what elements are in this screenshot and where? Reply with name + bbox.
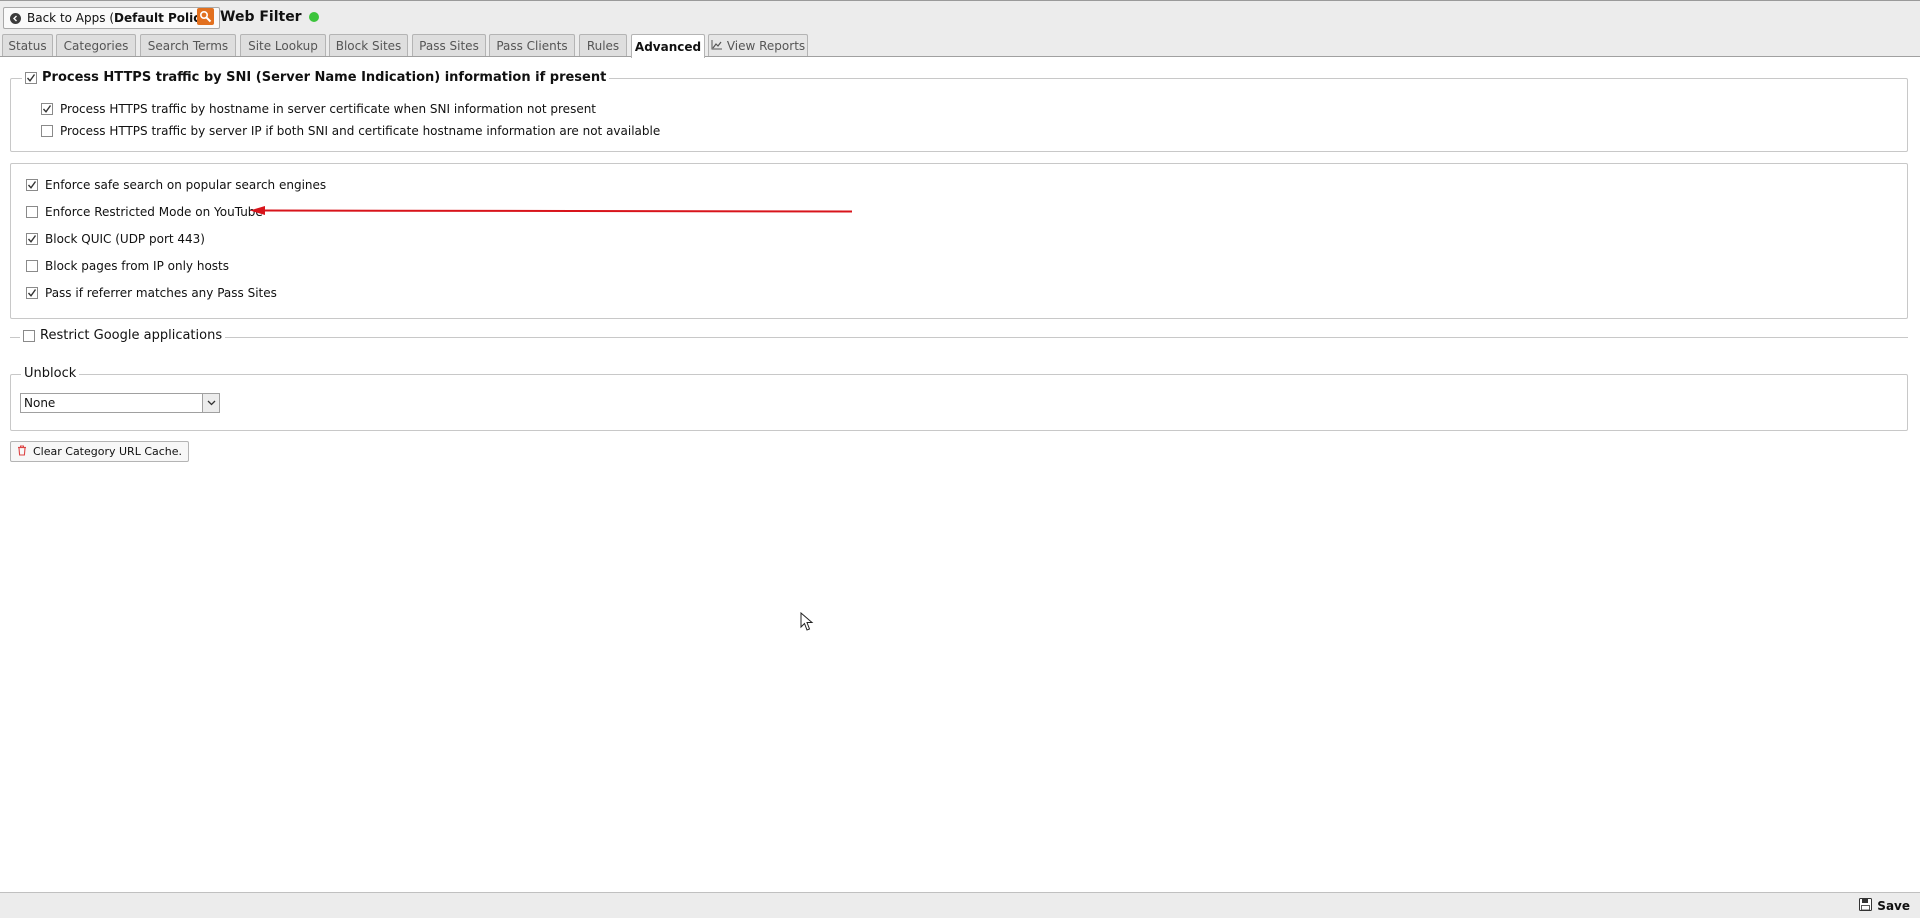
unblock-fieldset — [10, 374, 1908, 431]
tab-categories[interactable]: Categories — [56, 34, 136, 56]
option-pass-referrer-checkbox[interactable] — [26, 287, 38, 299]
save-button[interactable]: Save — [1859, 898, 1910, 914]
back-arrow-icon — [10, 12, 21, 24]
option-block-quic[interactable]: Block QUIC (UDP port 443) — [26, 232, 205, 246]
mouse-cursor-icon — [800, 612, 814, 631]
tab-status[interactable]: Status — [2, 34, 53, 56]
option-youtube-restricted[interactable]: Enforce Restricted Mode on YouTube — [26, 205, 263, 219]
chart-icon — [711, 39, 723, 53]
option-block-ip-hosts-label: Block pages from IP only hosts — [45, 259, 229, 273]
tab-pass-clients[interactable]: Pass Clients — [489, 34, 575, 56]
annotation-arrow — [250, 206, 853, 215]
tab-block-sites[interactable]: Block Sites — [329, 34, 408, 56]
tab-view-reports-label: View Reports — [726, 38, 806, 53]
sni-option-hostname-checkbox[interactable] — [41, 103, 53, 115]
google-fieldset-line — [10, 337, 1908, 338]
floppy-disk-icon — [1859, 898, 1873, 914]
option-youtube-restricted-checkbox[interactable] — [26, 206, 38, 218]
app-title: Web Filter — [197, 8, 319, 25]
status-indicator — [308, 11, 319, 22]
tab-rules[interactable]: Rules — [579, 34, 627, 56]
sni-legend-label: Process HTTPS traffic by SNI (Server Nam… — [42, 70, 607, 85]
option-block-quic-label: Block QUIC (UDP port 443) — [45, 232, 205, 246]
unblock-select[interactable]: None — [20, 393, 220, 413]
option-safe-search-label: Enforce safe search on popular search en… — [45, 178, 327, 192]
google-legend: Restrict Google applications — [20, 328, 226, 343]
tab-search-terms[interactable]: Search Terms — [140, 34, 236, 56]
option-pass-referrer[interactable]: Pass if referrer matches any Pass Sites — [26, 286, 277, 300]
sni-option-server-ip-label: Process HTTPS traffic by server IP if bo… — [60, 124, 661, 138]
clear-category-cache-label: Clear Category URL Cache. — [33, 445, 183, 458]
save-label: Save — [1877, 899, 1910, 913]
option-block-quic-checkbox[interactable] — [26, 233, 38, 245]
tab-advanced[interactable]: Advanced — [631, 34, 705, 58]
option-safe-search-checkbox[interactable] — [26, 179, 38, 191]
sni-option-hostname-label: Process HTTPS traffic by hostname in ser… — [60, 102, 597, 116]
option-block-ip-hosts-checkbox[interactable] — [26, 260, 38, 272]
web-filter-icon — [197, 8, 214, 25]
sni-checkbox[interactable] — [25, 71, 37, 84]
tab-strip: Status Categories Search Terms Site Look… — [0, 32, 1920, 58]
option-youtube-restricted-label: Enforce Restricted Mode on YouTube — [45, 205, 263, 219]
top-bar: Back to Apps (Default Policy) Web Filter — [0, 0, 1920, 32]
back-to-apps-button[interactable]: Back to Apps (Default Policy) — [3, 7, 220, 29]
unblock-select-value: None — [24, 396, 56, 410]
tab-pass-sites[interactable]: Pass Sites — [412, 34, 486, 56]
clear-category-cache-button[interactable]: Clear Category URL Cache. — [10, 441, 190, 462]
restrict-google-label: Restrict Google applications — [40, 328, 223, 343]
sni-option-hostname[interactable]: Process HTTPS traffic by hostname in ser… — [41, 102, 596, 116]
restrict-google-checkbox[interactable] — [23, 329, 35, 342]
sni-legend: Process HTTPS traffic by SNI (Server Nam… — [22, 70, 610, 85]
tab-site-lookup[interactable]: Site Lookup — [240, 34, 326, 56]
footer-bar: Save — [0, 892, 1920, 918]
sni-option-server-ip-checkbox[interactable] — [41, 125, 53, 137]
tab-view-reports[interactable]: View Reports — [708, 34, 808, 56]
app-title-label: Web Filter — [220, 8, 302, 25]
unblock-legend: Unblock — [21, 366, 80, 381]
trash-icon — [17, 445, 27, 459]
sni-option-server-ip[interactable]: Process HTTPS traffic by server IP if bo… — [41, 124, 660, 138]
option-block-ip-hosts[interactable]: Block pages from IP only hosts — [26, 259, 229, 273]
unblock-legend-label: Unblock — [24, 366, 77, 381]
back-to-apps-label: Back to Apps (Default Policy) — [27, 11, 213, 25]
option-pass-referrer-label: Pass if referrer matches any Pass Sites — [45, 286, 277, 300]
chevron-down-icon[interactable] — [202, 394, 219, 412]
option-safe-search[interactable]: Enforce safe search on popular search en… — [26, 178, 326, 192]
